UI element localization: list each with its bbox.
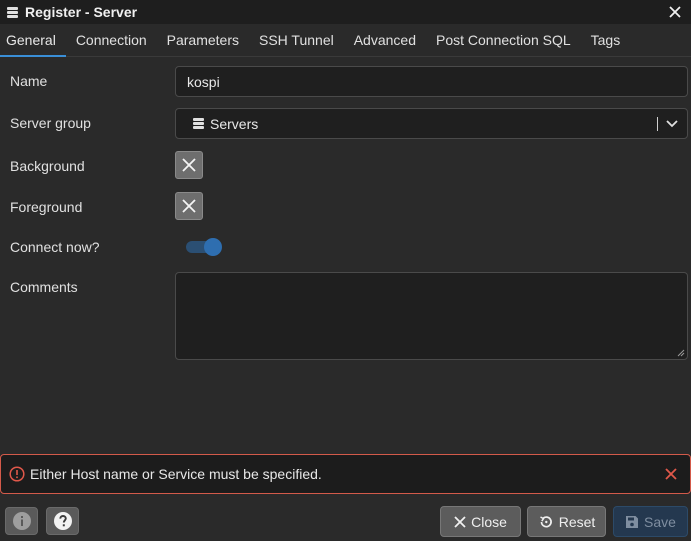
resize-grip-icon[interactable] <box>677 349 685 357</box>
error-message-bar: Either Host name or Service must be spec… <box>0 454 691 494</box>
name-input[interactable]: kospi <box>175 66 688 97</box>
reset-icon <box>538 514 554 530</box>
clear-color-icon <box>182 158 196 172</box>
foreground-label: Foreground <box>10 199 83 215</box>
name-label: Name <box>10 73 48 89</box>
error-message-text: Either Host name or Service must be spec… <box>30 466 322 482</box>
help-icon <box>53 512 72 530</box>
tab-tags[interactable]: Tags <box>581 24 631 56</box>
title-bar: Register - Server <box>0 0 691 24</box>
chevron-down-icon[interactable] <box>664 116 680 132</box>
server-group-option-icon <box>192 117 205 130</box>
comments-label: Comments <box>10 279 78 295</box>
error-circle-icon <box>9 466 25 482</box>
select-separator <box>657 117 658 131</box>
clear-color-icon <box>182 199 196 213</box>
tab-general[interactable]: General <box>0 24 66 57</box>
tab-bar: General Connection Parameters SSH Tunnel… <box>0 24 691 57</box>
error-dismiss-icon[interactable] <box>664 467 678 481</box>
save-button-label: Save <box>644 513 676 530</box>
comments-textarea[interactable] <box>175 272 688 360</box>
foreground-color-picker[interactable] <box>175 192 203 220</box>
close-icon <box>454 515 466 528</box>
tab-parameters[interactable]: Parameters <box>157 24 249 56</box>
tab-ssh-tunnel[interactable]: SSH Tunnel <box>249 24 344 56</box>
connect-now-label: Connect now? <box>10 239 100 255</box>
info-button[interactable] <box>5 507 38 535</box>
window-title: Register - Server <box>25 4 138 20</box>
server-group-value: Servers <box>210 115 259 132</box>
window-close-icon[interactable] <box>665 2 685 22</box>
background-label: Background <box>10 158 85 174</box>
background-color-picker[interactable] <box>175 151 203 179</box>
tab-connection[interactable]: Connection <box>66 24 157 56</box>
toggle-knob <box>204 238 222 256</box>
reset-button-label: Reset <box>558 513 596 530</box>
tab-advanced[interactable]: Advanced <box>344 24 426 56</box>
tab-post-connection-sql[interactable]: Post Connection SQL <box>426 24 581 56</box>
connect-now-toggle[interactable] <box>186 238 222 256</box>
save-icon <box>625 515 639 529</box>
server-group-select[interactable]: Servers <box>175 108 688 139</box>
close-button[interactable]: Close <box>440 506 521 537</box>
help-button[interactable] <box>46 507 79 535</box>
server-group-icon <box>6 5 20 19</box>
reset-button[interactable]: Reset <box>527 506 606 537</box>
server-group-label: Server group <box>10 115 91 131</box>
name-value: kospi <box>187 73 220 90</box>
close-button-label: Close <box>471 513 507 530</box>
save-button[interactable]: Save <box>613 506 688 537</box>
info-icon <box>12 512 31 530</box>
